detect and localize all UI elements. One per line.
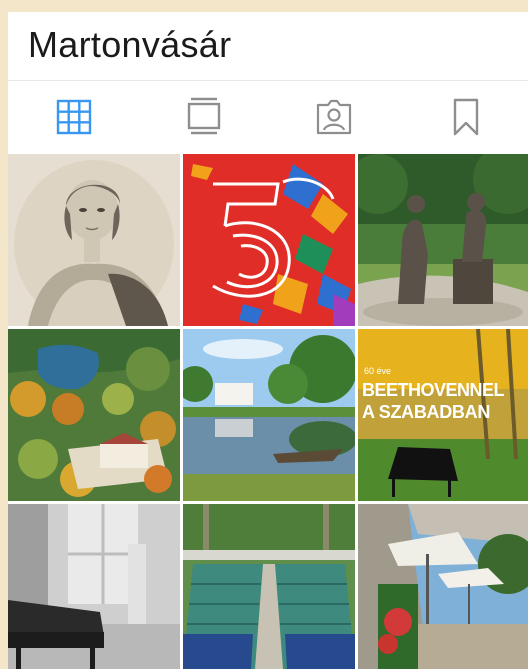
post-beethoven-statue[interactable]	[358, 154, 528, 326]
tab-tagged[interactable]	[312, 95, 356, 139]
portrait-engraving-image	[8, 154, 180, 326]
profile-username: Martonvásár	[28, 24, 232, 65]
profile-panel: Martonvásár 60 éve BEETHOVENNEL A SZABAD…	[8, 12, 528, 669]
post-courtyard-umbrellas[interactable]	[358, 504, 528, 669]
post-piano-room-bw[interactable]	[8, 504, 180, 669]
post-open-air-seating[interactable]	[183, 504, 355, 669]
profile-header: Martonvásár	[8, 12, 528, 81]
grid-icon	[56, 99, 92, 135]
tagged-person-icon	[316, 99, 352, 135]
tab-grid[interactable]	[52, 95, 96, 139]
poster-caption-line1: BEETHOVENNEL	[362, 380, 505, 400]
seating-image	[183, 504, 355, 669]
feed-icon	[187, 97, 221, 135]
courtyard-image	[358, 504, 528, 669]
piano-room-image	[8, 504, 180, 669]
anniversary-poster-image	[183, 154, 355, 326]
tab-saved[interactable]	[444, 95, 488, 139]
posts-grid: 60 éve BEETHOVENNEL A SZABADBAN	[8, 154, 528, 669]
bookmark-icon	[453, 98, 479, 136]
aerial-image	[8, 329, 180, 501]
poster-caption-line2: A SZABADBAN	[362, 402, 491, 422]
tab-feed[interactable]	[182, 95, 226, 139]
post-lake-reflection[interactable]	[183, 329, 355, 501]
lake-image	[183, 329, 355, 501]
statue-image	[358, 154, 528, 326]
post-beethoven-concert-poster[interactable]: 60 éve BEETHOVENNEL A SZABADBAN	[358, 329, 528, 501]
poster-caption-small: 60 éve	[364, 366, 392, 376]
profile-tabs	[8, 81, 528, 153]
post-anniversary-50-poster[interactable]	[183, 154, 355, 326]
post-portrait-engraving[interactable]	[8, 154, 180, 326]
post-aerial-park-view[interactable]	[8, 329, 180, 501]
